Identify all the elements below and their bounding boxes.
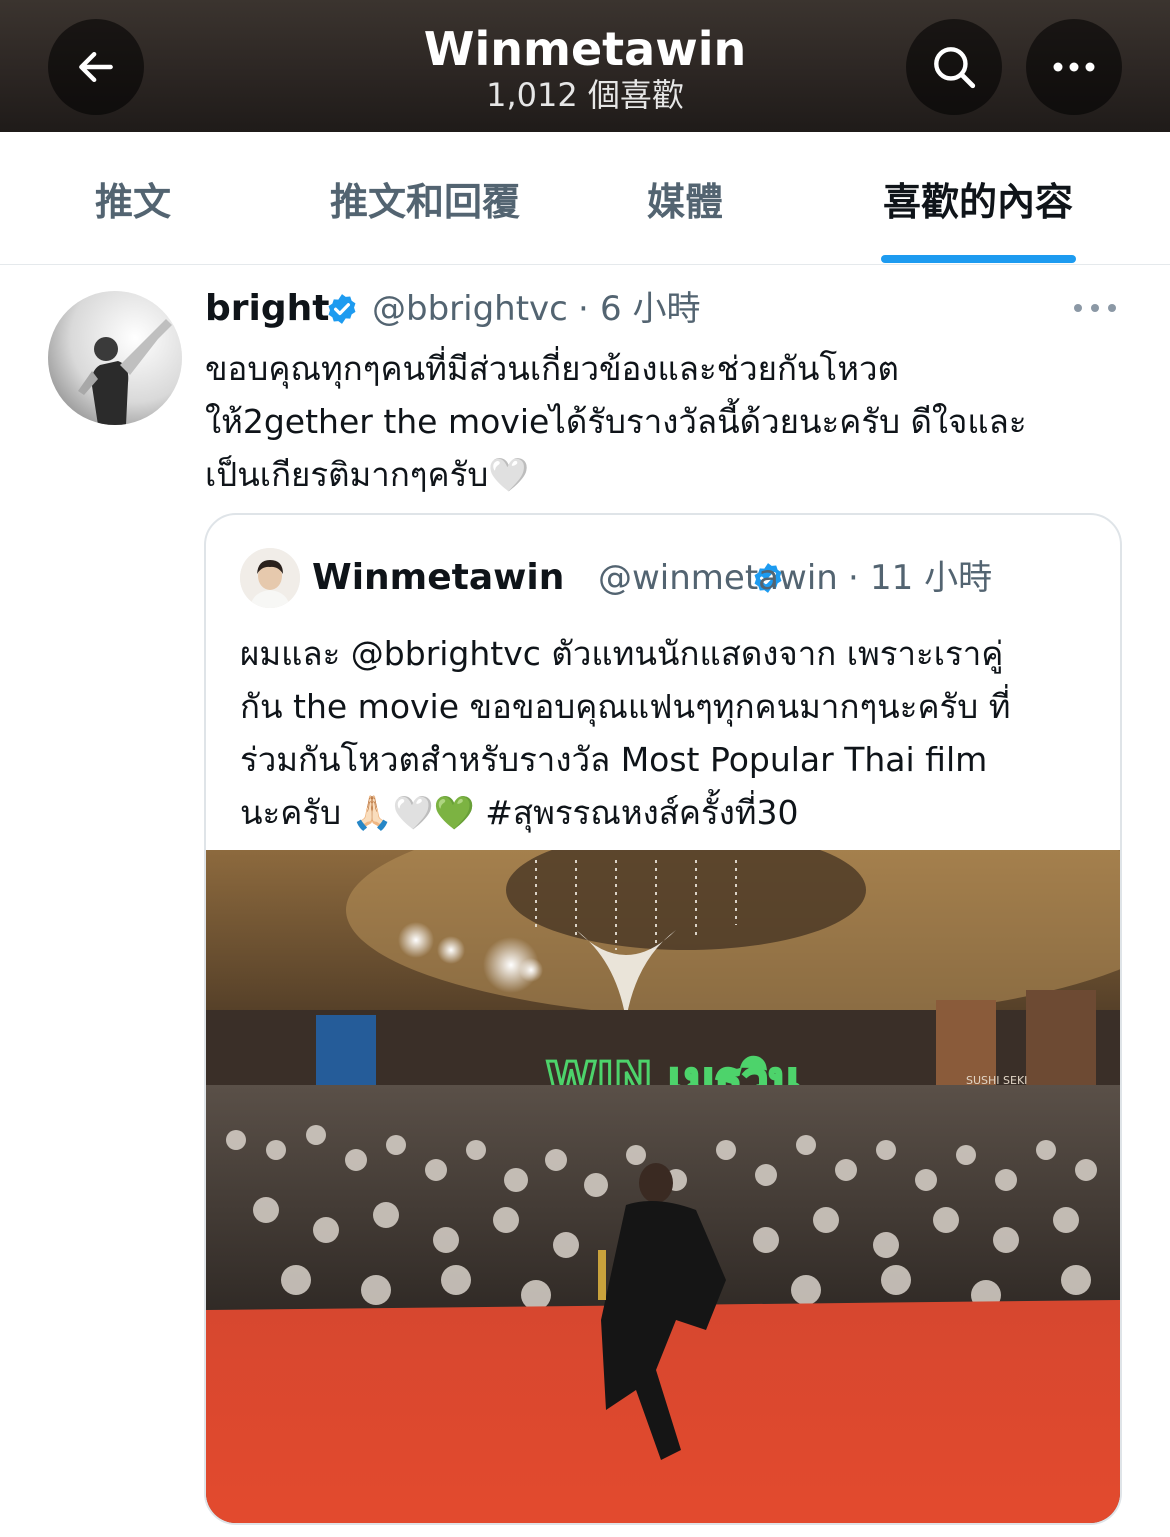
search-button[interactable] (906, 19, 1002, 115)
quoted-tweet-photo[interactable]: WIN เมธวิน SUSHI SEKI (206, 850, 1120, 1523)
more-button[interactable] (1026, 19, 1122, 115)
quoted-tweet[interactable]: Winmetawin @winmetawin · 11 小時 ผมและ @bb… (204, 513, 1122, 1525)
tab-tweets[interactable]: 推文 (40, 132, 226, 264)
arrow-left-icon (79, 51, 113, 83)
quoted-author-name[interactable]: Winmetawin (312, 555, 564, 601)
quoted-author-handle[interactable]: @winmetawin (598, 555, 838, 601)
quoted-avatar[interactable] (240, 548, 300, 608)
event-photo: WIN เมธวิน SUSHI SEKI (206, 850, 1120, 1523)
meta-separator: · (578, 289, 589, 329)
profile-name: Winmetawin (423, 22, 747, 76)
tab-likes[interactable]: 喜歡的內容 (860, 132, 1096, 264)
meta-separator: · (848, 558, 859, 598)
tab-tweets-replies[interactable]: 推文和回覆 (300, 132, 550, 264)
avatar-image (48, 291, 182, 425)
quoted-avatar-image (240, 548, 300, 608)
avatar[interactable] (48, 291, 182, 425)
tab-media[interactable]: 媒體 (610, 132, 760, 264)
search-icon (934, 47, 976, 89)
active-tab-indicator (881, 255, 1076, 263)
tweet-author-name[interactable]: bright (205, 286, 329, 332)
tweet-text: ขอบคุณทุกๆคนที่มีส่วนเกี่ยวข้องและช่วยกั… (205, 349, 1027, 494)
quoted-tweet-text: ผมและ @bbrightvc ตัวแทนนักแสดงจาก เพราะเ… (240, 634, 1011, 832)
likes-count: 1,012 個喜歡 (486, 76, 684, 114)
more-horizontal-icon (1053, 62, 1095, 72)
profile-header: Winmetawin 1,012 個喜歡 (0, 0, 1170, 132)
tweet-author-handle[interactable]: @bbrightvc (372, 286, 568, 332)
profile-tabs: 推文 推文和回覆 媒體 喜歡的內容 (0, 132, 1170, 265)
quoted-timestamp[interactable]: 11 小時 (870, 555, 992, 601)
more-horizontal-icon[interactable] (1072, 296, 1118, 320)
tweet-timestamp[interactable]: 6 小時 (600, 286, 700, 332)
back-button[interactable] (48, 19, 144, 115)
verified-badge-icon (328, 294, 356, 324)
